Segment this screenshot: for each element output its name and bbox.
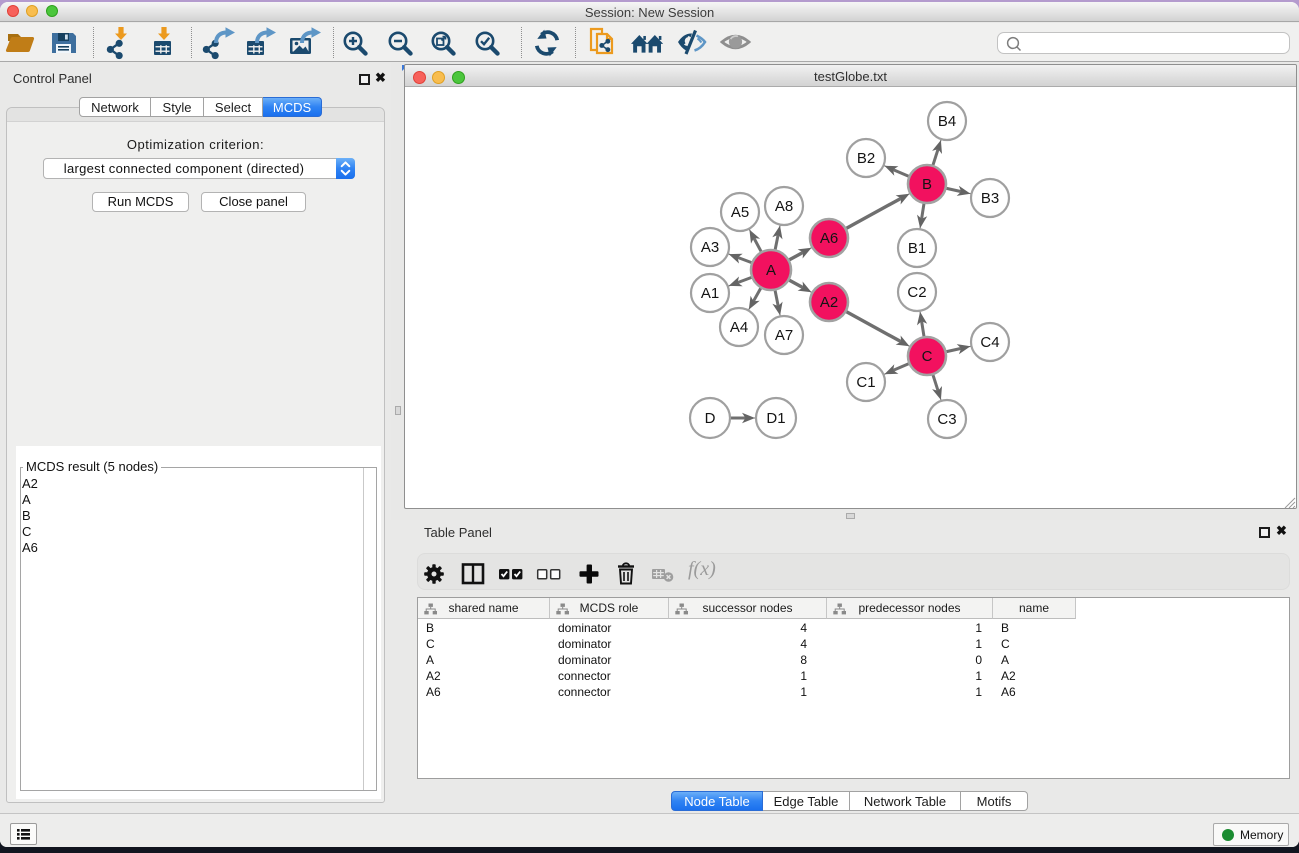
svg-text:A7: A7 xyxy=(775,327,793,344)
svg-text:A8: A8 xyxy=(775,198,793,215)
svg-text:C2: C2 xyxy=(907,284,926,301)
svg-text:B2: B2 xyxy=(857,150,875,167)
svg-text:B1: B1 xyxy=(908,240,926,257)
svg-text:B4: B4 xyxy=(938,113,956,130)
svg-text:A1: A1 xyxy=(701,285,719,302)
svg-text:A: A xyxy=(766,262,776,279)
svg-text:A3: A3 xyxy=(701,239,719,256)
svg-text:C1: C1 xyxy=(856,374,875,391)
svg-text:B3: B3 xyxy=(981,190,999,207)
svg-text:B: B xyxy=(922,176,932,193)
svg-text:A6: A6 xyxy=(820,230,838,247)
svg-text:C4: C4 xyxy=(980,334,999,351)
svg-text:A5: A5 xyxy=(731,204,749,221)
svg-text:D: D xyxy=(705,410,716,427)
svg-text:A2: A2 xyxy=(820,294,838,311)
svg-text:C3: C3 xyxy=(937,411,956,428)
svg-text:C: C xyxy=(922,348,933,365)
svg-text:A4: A4 xyxy=(730,319,748,336)
svg-text:D1: D1 xyxy=(766,410,785,427)
